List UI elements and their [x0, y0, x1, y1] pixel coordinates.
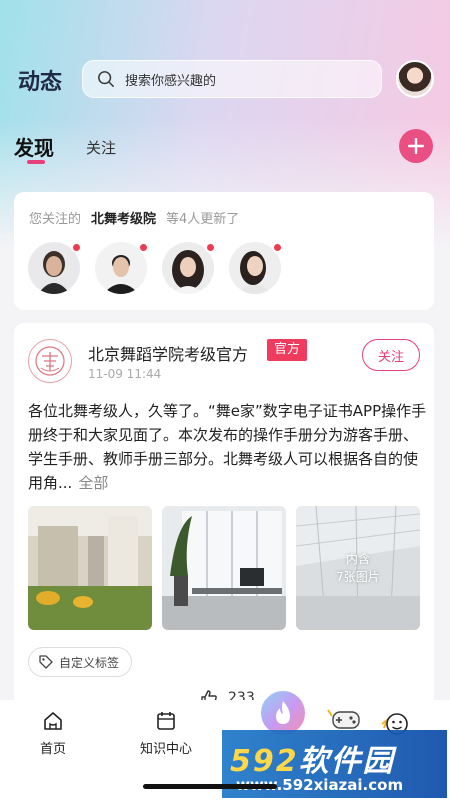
- seal-logo-icon: [35, 346, 65, 376]
- unread-dot: [71, 242, 82, 253]
- tab-discover[interactable]: 发现: [14, 132, 54, 161]
- overlay-line-1: 内含: [345, 552, 370, 566]
- tab-home-label: 首页: [40, 742, 67, 757]
- unread-dot: [205, 242, 216, 253]
- post-image-more[interactable]: 内含 7张图片: [296, 506, 420, 630]
- expand-link[interactable]: 全部: [78, 474, 108, 492]
- followed-avatar[interactable]: [229, 242, 283, 294]
- unread-dot: [138, 242, 149, 253]
- tab-home[interactable]: 首页: [40, 710, 66, 757]
- search-input[interactable]: 搜索你感兴趣的: [82, 60, 382, 98]
- followed-avatar[interactable]: [162, 242, 216, 294]
- follow-button[interactable]: 关注: [362, 339, 420, 371]
- search-placeholder: 搜索你感兴趣的: [125, 73, 217, 89]
- image-count: 7张图片: [336, 570, 380, 584]
- flame-icon: [276, 701, 290, 724]
- follow-update-suffix: 等4人更新了: [166, 212, 240, 227]
- follow-update-text: 您关注的 北舞考级院 等4人更新了: [29, 208, 239, 227]
- home-icon: [44, 712, 62, 730]
- official-badge: 官方: [267, 339, 308, 361]
- post-images: 内含 7张图片: [28, 506, 420, 630]
- followed-avatar[interactable]: [95, 242, 149, 294]
- follow-update-name: 北舞考级院: [91, 212, 157, 227]
- post-text[interactable]: 各位北舞考级人，久等了。“舞e家”数字电子证书APP操作手册终于和大家见面了。本…: [28, 399, 428, 495]
- home-indicator: [143, 784, 277, 789]
- follow-update-prefix: 您关注的: [29, 212, 82, 227]
- active-tab-indicator: [27, 160, 45, 164]
- post-image[interactable]: [162, 506, 286, 630]
- add-post-button[interactable]: [399, 129, 433, 163]
- tab-knowledge-label: 知识中心: [140, 742, 193, 757]
- feed-tabs: 发现 关注: [0, 128, 450, 168]
- unread-dot: [272, 242, 283, 253]
- tag-label: 自定义标签: [59, 655, 120, 670]
- plus-icon: [408, 138, 424, 154]
- custom-tag-chip[interactable]: 自定义标签: [28, 647, 133, 677]
- search-icon: [98, 71, 114, 87]
- more-images-overlay: 内含 7张图片: [296, 506, 420, 630]
- org-logo[interactable]: [28, 339, 72, 383]
- post-time: 11-09 11:44: [88, 367, 162, 381]
- page-title: 动态: [18, 70, 63, 95]
- post-image[interactable]: [28, 506, 152, 630]
- post-card[interactable]: 北京舞蹈学院考级官方 官方 11-09 11:44 关注 各位北舞考级人，久等了…: [14, 323, 434, 723]
- followed-avatar[interactable]: [28, 242, 82, 294]
- office-interior-image: [28, 506, 152, 630]
- window-room-image: [162, 506, 286, 630]
- watermark-brand: 592软件园: [230, 736, 395, 780]
- tab-following[interactable]: 关注: [86, 137, 116, 158]
- org-name[interactable]: 北京舞蹈学院考级官方: [88, 341, 248, 365]
- follow-updates-card[interactable]: 您关注的 北舞考级院 等4人更新了: [14, 192, 434, 310]
- followed-avatars: [28, 242, 283, 294]
- watermark-brand-number: 592: [230, 744, 299, 779]
- tab-knowledge-center[interactable]: 知识中心: [140, 710, 192, 757]
- user-avatar[interactable]: [396, 60, 434, 98]
- tag-icon: [39, 655, 53, 669]
- calendar-icon: [157, 712, 175, 730]
- top-header: 动态 搜索你感兴趣的: [0, 58, 450, 102]
- watermark-brand-text: 软件园: [298, 744, 395, 779]
